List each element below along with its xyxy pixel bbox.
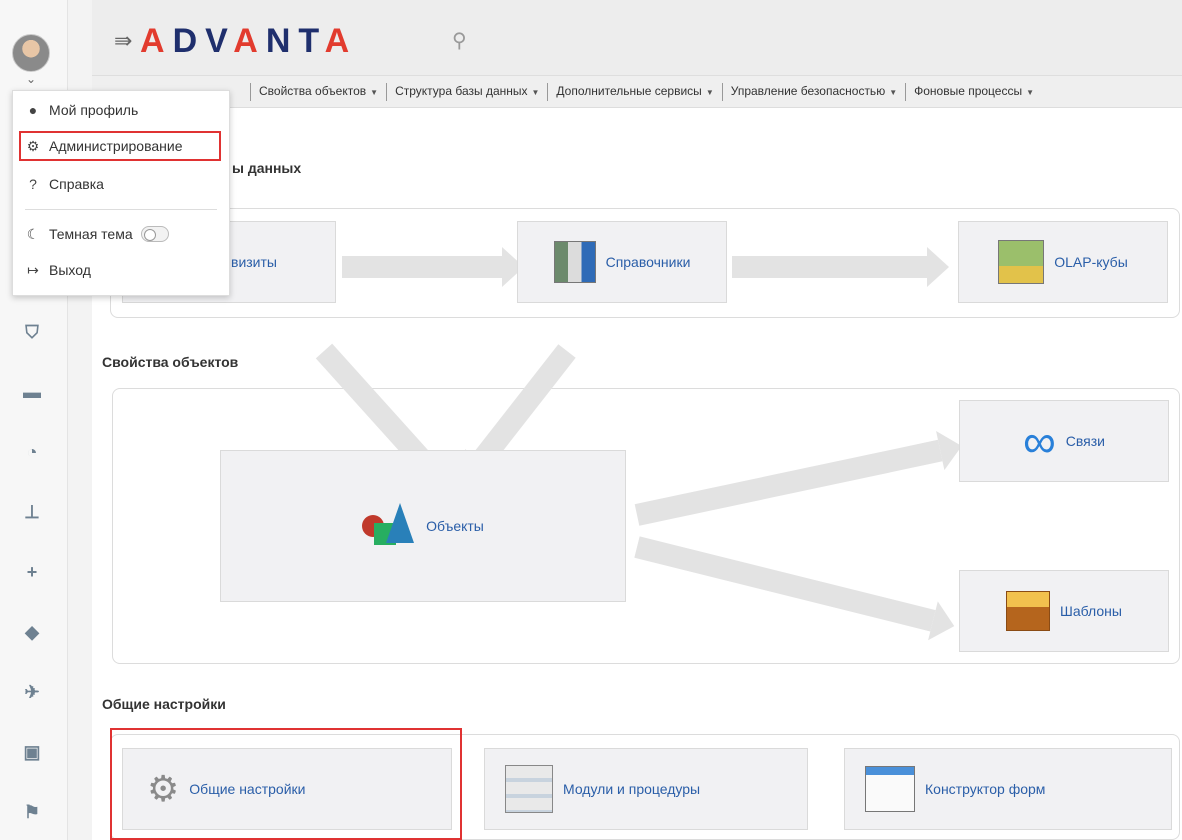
olap-cube-icon [998, 240, 1045, 284]
tile-directories-label: Справочники [605, 254, 691, 270]
org-chart-icon[interactable]: ⛉ [20, 320, 44, 344]
analytics-icon[interactable]: ⊥ [20, 500, 44, 524]
moon-icon: ☾ [26, 225, 40, 242]
menu-logout-label: Выход [49, 262, 91, 278]
section-data-structure: ы данных [232, 160, 302, 176]
admin-content: ы данных визиты Справочники OLAP-кубы Св… [92, 108, 1182, 840]
user-icon: ● [28, 102, 38, 118]
tile-objects-label: Объекты [426, 518, 484, 534]
running-man-icon[interactable]: ⚑ [20, 800, 44, 824]
chevron-down-icon[interactable]: ⌄ [26, 72, 36, 86]
menu-security[interactable]: Управление безопасностью ▼ [721, 82, 905, 101]
menu-help[interactable]: ? Справка [25, 171, 104, 197]
modules-icon [505, 765, 553, 813]
form-edit-icon [865, 766, 915, 812]
tile-olap-label: OLAP-кубы [1054, 254, 1128, 270]
menu-background[interactable]: Фоновые процессы ▼ [905, 82, 1042, 101]
admin-menu-bar: Свойства объектов ▼ Структура базы данных… [92, 76, 1182, 108]
package-icon [1006, 591, 1051, 631]
menu-toggle-icon[interactable]: ⇛ [114, 28, 132, 54]
user-dropdown: ● Мой профиль ⚙ Администрирование ? Спра… [12, 90, 230, 296]
tile-links[interactable]: ∞ Связи [959, 400, 1169, 482]
menu-dark-theme[interactable]: ☾ Темная тема [25, 221, 169, 247]
section-general-settings: Общие настройки [102, 696, 226, 712]
tile-modules-label: Модули и процедуры [563, 781, 701, 797]
link-icon: ∞ [1022, 415, 1056, 467]
tile-form-builder-label: Конструктор форм [925, 781, 1046, 797]
question-icon: ? [29, 176, 37, 192]
arrow [732, 247, 949, 287]
tile-links-label: Связи [1065, 433, 1105, 449]
tile-olap[interactable]: OLAP-кубы [958, 221, 1168, 303]
menu-my-profile[interactable]: ● Мой профиль [25, 97, 139, 123]
chat-icon[interactable]: ▬ [20, 380, 44, 404]
menu-help-label: Справка [49, 176, 104, 192]
binders-icon [553, 241, 596, 283]
briefcase-icon[interactable]: ▣ [20, 740, 44, 764]
avatar[interactable] [12, 34, 50, 72]
highlight-administration [19, 131, 221, 161]
tile-directories[interactable]: Справочники [517, 221, 727, 303]
section-object-props: Свойства объектов [102, 354, 239, 370]
menu-object-props[interactable]: Свойства объектов ▼ [250, 82, 386, 101]
menu-logout[interactable]: ↦ Выход [25, 257, 91, 283]
dark-theme-toggle[interactable] [140, 226, 169, 242]
menu-my-profile-label: Мой профиль [49, 102, 139, 118]
tile-templates[interactable]: Шаблоны [959, 570, 1169, 652]
airplane-icon[interactable]: ✈ [20, 680, 44, 704]
shapes-icon [362, 503, 416, 549]
menu-extra-services[interactable]: Дополнительные сервисы ▼ [547, 82, 721, 101]
tile-modules[interactable]: Модули и процедуры [484, 748, 808, 830]
divider [25, 209, 217, 210]
plus-icon[interactable]: + [20, 560, 44, 584]
menu-db-structure[interactable]: Структура базы данных ▼ [386, 82, 547, 101]
tile-requisites-label: визиты [231, 254, 277, 270]
arrow [342, 247, 524, 287]
circle-icon[interactable]: ◔ [20, 440, 44, 464]
tile-objects[interactable]: Объекты [220, 450, 626, 602]
logout-icon: ↦ [27, 261, 39, 278]
top-header: ⇛ ADVANTA ⚲ [92, 0, 1182, 76]
search-icon[interactable]: ⚲ [452, 28, 467, 53]
tile-templates-label: Шаблоны [1060, 603, 1122, 619]
tile-form-builder[interactable]: Конструктор форм [844, 748, 1172, 830]
advanta-logo: ADVANTA [140, 22, 358, 60]
graduation-cap-icon[interactable]: ◆ [20, 620, 44, 644]
menu-dark-theme-label: Темная тема [49, 226, 133, 242]
highlight-general-settings [110, 728, 462, 840]
